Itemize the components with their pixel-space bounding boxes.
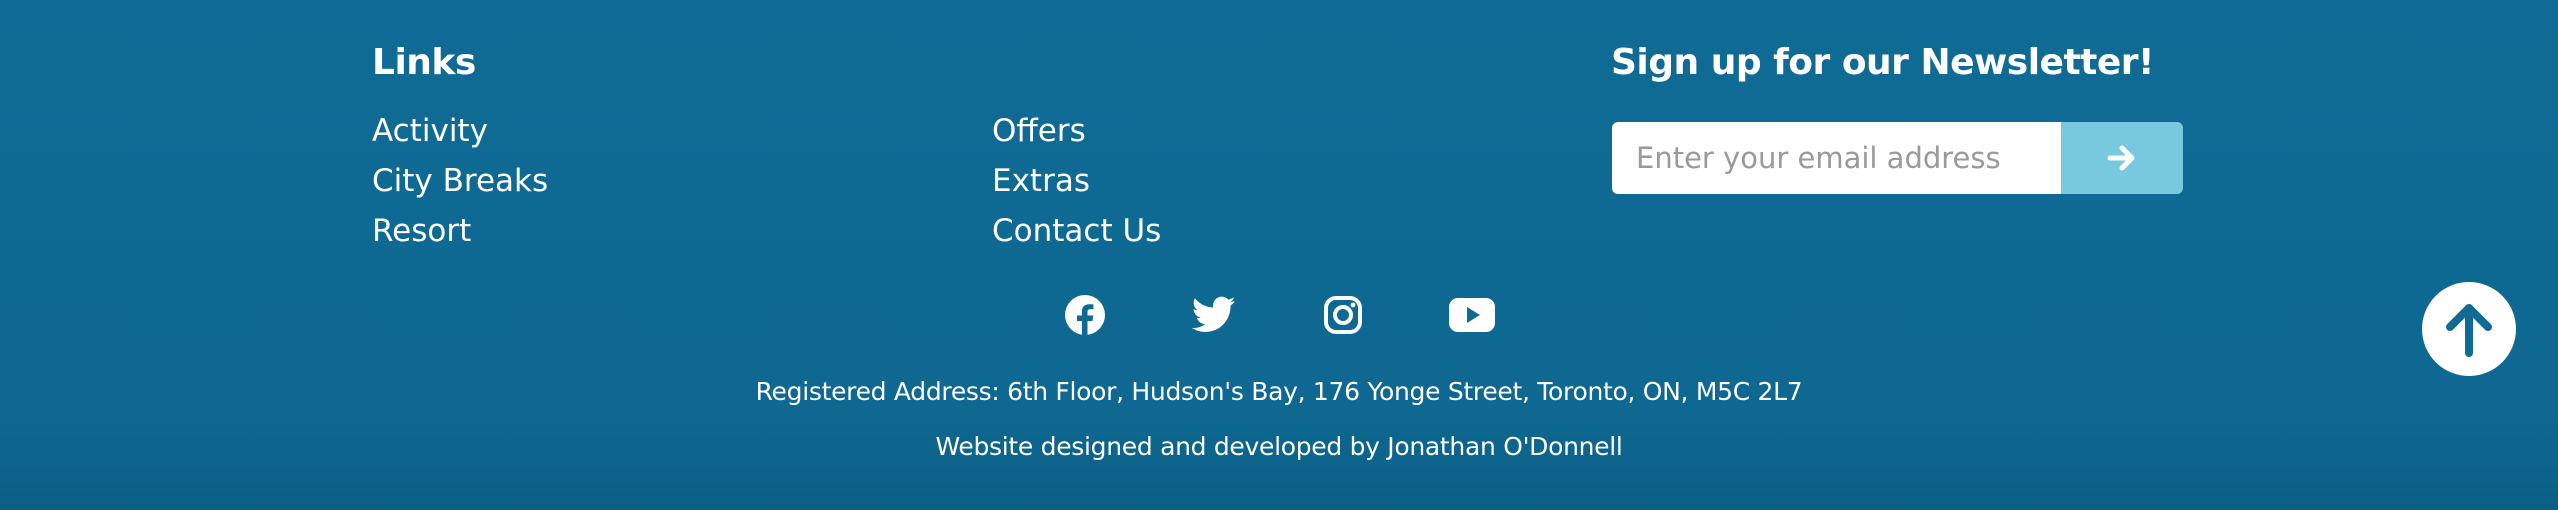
instagram-icon[interactable] [1318, 290, 1368, 340]
facebook-icon[interactable] [1060, 290, 1110, 340]
links-heading: Links [372, 42, 476, 83]
arrow-up-icon [2446, 304, 2492, 357]
links-column-1: Activity City Breaks Resort [372, 106, 548, 256]
footer-link-resort[interactable]: Resort [372, 206, 548, 256]
links-column-2: Offers Extras Contact Us [992, 106, 1161, 256]
designer-credit: Website designed and developed by Jonath… [935, 432, 1623, 461]
footer-link-city-breaks[interactable]: City Breaks [372, 156, 548, 206]
social-links [1060, 290, 1497, 340]
arrow-right-icon [2107, 145, 2135, 171]
twitter-icon[interactable] [1189, 290, 1239, 340]
newsletter-submit-button[interactable] [2061, 122, 2183, 194]
footer-link-extras[interactable]: Extras [992, 156, 1161, 206]
newsletter-heading: Sign up for our Newsletter! [1611, 42, 2154, 83]
footer-link-activity[interactable]: Activity [372, 106, 548, 156]
back-to-top-button[interactable] [2422, 282, 2516, 376]
footer-link-offers[interactable]: Offers [992, 106, 1161, 156]
newsletter-form [1612, 122, 2183, 194]
footer-link-contact-us[interactable]: Contact Us [992, 206, 1161, 256]
registered-address: Registered Address: 6th Floor, Hudson's … [755, 377, 1803, 406]
site-footer: Links Activity City Breaks Resort Offers… [0, 0, 2558, 510]
email-input[interactable] [1612, 122, 2061, 194]
youtube-icon[interactable] [1447, 290, 1497, 340]
